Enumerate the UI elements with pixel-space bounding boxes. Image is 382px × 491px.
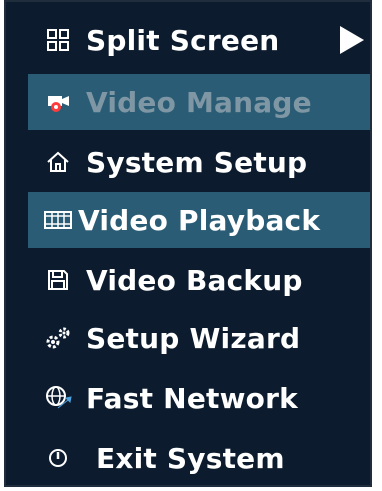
- menu-item-label: Video Playback: [78, 203, 321, 237]
- menu-item-system-setup[interactable]: System Setup: [28, 134, 370, 190]
- floppy-icon: [44, 266, 72, 294]
- home-icon: [44, 148, 72, 176]
- camera-icon: [44, 88, 72, 116]
- menu-item-video-backup[interactable]: Video Backup: [28, 252, 370, 308]
- grid-icon: [44, 26, 72, 54]
- main-menu: Split Screen Video Manage System Setup V…: [4, 0, 372, 487]
- submenu-arrow-icon: [340, 26, 364, 54]
- menu-item-setup-wizard[interactable]: Setup Wizard: [28, 310, 370, 366]
- menu-item-video-playback[interactable]: Video Playback: [28, 192, 370, 248]
- menu-item-label: Split Screen: [86, 23, 280, 57]
- globe-icon: [44, 384, 72, 412]
- menu-item-fast-network[interactable]: Fast Network: [28, 370, 370, 426]
- menu-item-label: Fast Network: [86, 381, 298, 415]
- film-icon: [44, 206, 72, 234]
- menu-item-label: Setup Wizard: [86, 321, 301, 355]
- menu-item-label: Video Backup: [86, 263, 303, 297]
- menu-item-label: System Setup: [86, 145, 308, 179]
- menu-item-label: Exit System: [96, 441, 285, 475]
- power-icon: [44, 444, 72, 472]
- menu-item-split-screen[interactable]: Split Screen: [28, 12, 370, 68]
- menu-item-label: Video Manage: [86, 85, 312, 119]
- menu-item-video-manage[interactable]: Video Manage: [28, 74, 370, 130]
- menu-item-exit-system[interactable]: Exit System: [28, 430, 370, 486]
- gears-icon: [44, 324, 72, 352]
